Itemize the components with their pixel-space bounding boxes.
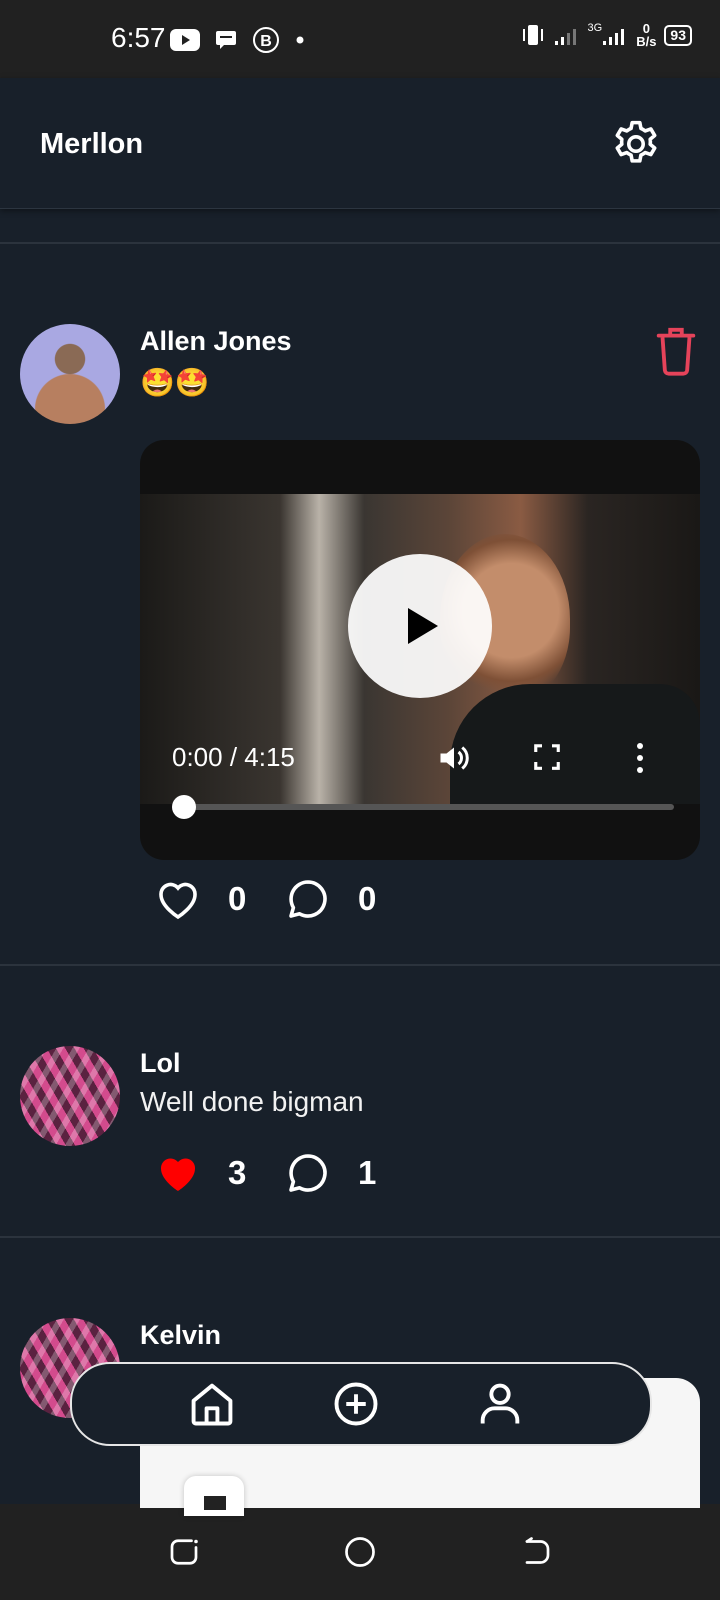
play-button[interactable] xyxy=(348,554,492,698)
net-speed: 0 B/s xyxy=(636,22,656,48)
recent-apps-icon[interactable] xyxy=(166,1534,202,1570)
post-actions: 3 1 xyxy=(154,1148,414,1198)
dot-icon xyxy=(296,36,304,44)
home-circle-icon[interactable] xyxy=(342,1534,378,1570)
like-count: 0 xyxy=(228,880,247,917)
play-icon xyxy=(408,608,438,644)
vibrate-icon xyxy=(522,25,543,45)
comment-count: 1 xyxy=(358,1154,377,1191)
back-icon[interactable] xyxy=(518,1534,554,1570)
post-author[interactable]: Allen Jones xyxy=(140,326,292,357)
network-type: 3G xyxy=(587,22,603,34)
avatar[interactable] xyxy=(20,324,120,424)
fullscreen-icon[interactable] xyxy=(532,742,562,772)
person-icon[interactable] xyxy=(474,1378,526,1430)
post-author[interactable]: Kelvin xyxy=(140,1320,221,1351)
previous-post-end xyxy=(0,208,720,244)
trash-icon[interactable] xyxy=(654,326,698,376)
youtube-icon xyxy=(170,29,200,51)
media-thumbnail-icon xyxy=(184,1476,244,1516)
bottom-nav xyxy=(70,1362,652,1446)
speech-bubble-icon[interactable] xyxy=(284,875,332,923)
volume-icon[interactable] xyxy=(436,740,472,776)
home-icon[interactable] xyxy=(186,1378,238,1430)
post-card: Allen Jones 🤩🤩 0:00 / 4:15 0 0 xyxy=(0,244,720,966)
post-text: Well done bigman xyxy=(140,1086,364,1117)
system-nav-bar xyxy=(0,1504,720,1600)
status-bar: 6:57 B 3G 0 B/s 93 xyxy=(0,0,720,78)
avatar[interactable] xyxy=(20,1046,120,1146)
comment-count: 0 xyxy=(358,880,377,917)
video-progress-track[interactable] xyxy=(184,804,674,810)
gear-icon[interactable] xyxy=(609,117,663,171)
net-speed-unit: B/s xyxy=(636,34,657,49)
signal-icon xyxy=(554,29,576,45)
plus-circle-icon[interactable] xyxy=(330,1378,382,1430)
post-actions: 0 0 xyxy=(154,874,414,924)
post-author[interactable]: Lol xyxy=(140,1048,181,1079)
svg-text:B: B xyxy=(260,33,272,50)
speech-bubble-icon[interactable] xyxy=(284,1149,332,1197)
notification-icons: B xyxy=(170,26,304,54)
bitcoin-icon: B xyxy=(253,27,279,53)
message-icon xyxy=(216,31,236,49)
video-progress-thumb[interactable] xyxy=(172,795,196,819)
system-indicators: 3G 0 B/s 93 xyxy=(520,22,692,48)
video-time: 0:00 / 4:15 xyxy=(172,742,295,772)
post-text: 🤩🤩 xyxy=(140,367,210,398)
battery-indicator: 93 xyxy=(664,24,692,46)
heart-icon[interactable] xyxy=(154,875,202,923)
more-options-icon[interactable] xyxy=(628,740,652,776)
app-title: Merllon xyxy=(40,128,144,160)
status-time: 6:57 xyxy=(111,22,166,53)
signal-icon-2 xyxy=(603,29,625,45)
post-card: Lol Well done bigman 3 1 xyxy=(0,966,720,1238)
video-player[interactable]: 0:00 / 4:15 xyxy=(140,440,700,860)
feed[interactable]: Allen Jones 🤩🤩 0:00 / 4:15 0 0 Lol Well … xyxy=(0,208,720,1504)
like-count: 3 xyxy=(228,1154,247,1191)
heart-icon[interactable] xyxy=(154,1149,202,1197)
